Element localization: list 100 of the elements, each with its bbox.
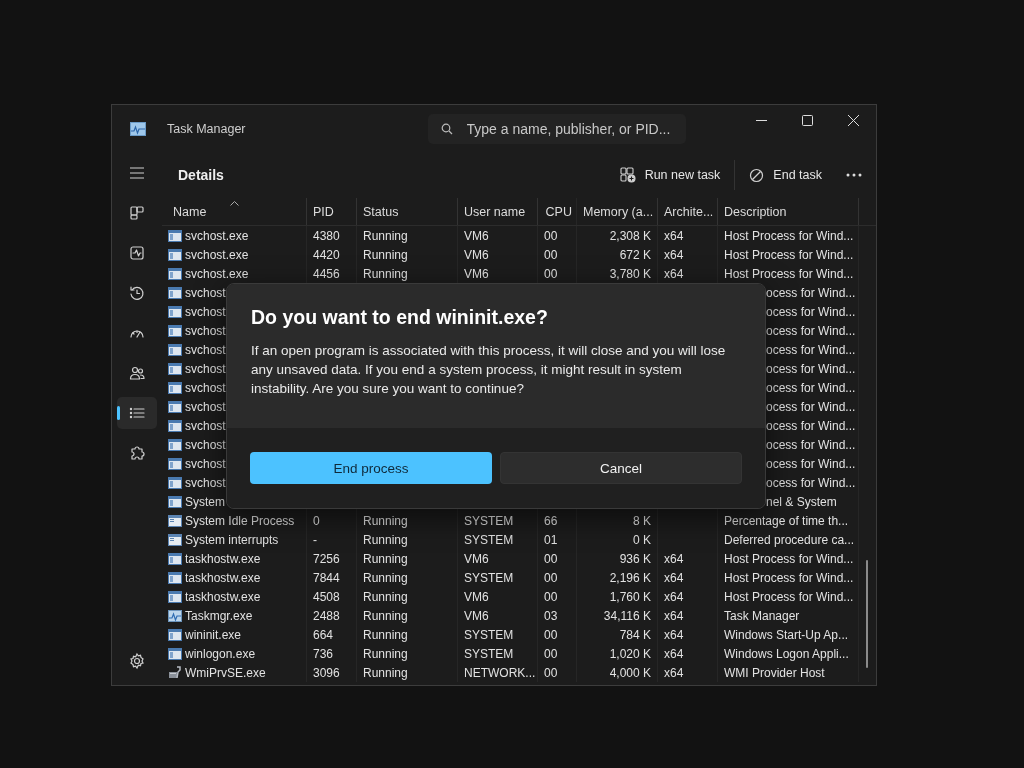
process-name: svchost: [185, 418, 226, 433]
table-cell: SYSTEM: [464, 532, 514, 547]
table-cell: 736: [313, 646, 334, 661]
table-cell: 4456: [313, 266, 340, 281]
table-cell: x64: [664, 551, 684, 566]
table-cell: 34,116 K: [603, 608, 651, 623]
table-cell: 00: [544, 627, 558, 642]
table-cell: Task Manager: [724, 608, 800, 623]
table-cell: 672 K: [619, 247, 651, 262]
cancel-button[interactable]: Cancel: [500, 452, 742, 484]
table-cell: 2488: [313, 608, 340, 623]
end-task-button[interactable]: End task: [741, 161, 830, 189]
table-cell: SYSTEM: [464, 513, 514, 528]
table-cell: 4380: [313, 228, 340, 243]
table-cell: 00: [544, 646, 558, 661]
table-cell: x64: [664, 589, 684, 604]
table-cell: Host Process for Wind...: [724, 551, 854, 566]
table-cell: nel & System: [766, 494, 837, 509]
table-cell: VM6: [464, 608, 489, 623]
table-cell: 0 K: [633, 532, 651, 547]
process-name: System Idle Process: [185, 513, 295, 528]
table-cell: VM6: [464, 228, 489, 243]
table-cell: 00: [544, 247, 558, 262]
table-cell: 7256: [313, 551, 340, 566]
dialog-message: If an open program is associated with this process, it will close and you will lose any unsaved data. If you end a system process, it might result in system instability. Are you sure you want to continue?: [251, 342, 727, 398]
process-name: svchost: [185, 323, 226, 338]
process-name: svchost: [185, 456, 226, 471]
table-cell: Windows Logon Appli...: [724, 646, 849, 661]
run-new-task-button[interactable]: Run new task: [611, 161, 729, 189]
table-cell: ocess for Wind...: [766, 342, 856, 357]
table-cell: Running: [363, 513, 408, 528]
end-process-button[interactable]: End process: [250, 452, 492, 484]
process-name: svchost.exe: [185, 266, 249, 281]
process-name: Taskmgr.exe: [185, 608, 253, 623]
column-header[interactable]: Memory (a...: [577, 198, 658, 225]
process-name: System: [185, 494, 225, 509]
table-cell: 2,196 K: [609, 570, 651, 585]
table-cell: Host Process for Wind...: [724, 247, 854, 262]
table-cell: Host Process for Wind...: [724, 228, 854, 243]
table-cell: Running: [363, 570, 408, 585]
table-cell: Running: [363, 608, 408, 623]
table-cell: 00: [544, 266, 558, 281]
table-cell: x64: [664, 266, 684, 281]
table-cell: ocess for Wind...: [766, 285, 856, 300]
column-header[interactable]: Status: [357, 198, 458, 225]
table-cell: 8 K: [633, 513, 651, 528]
table-cell: VM6: [464, 247, 489, 262]
column-header[interactable]: CPU: [538, 198, 577, 225]
table-cell: Running: [363, 627, 408, 642]
window-title: Task Manager: [167, 121, 246, 136]
process-name: svchost: [185, 380, 226, 395]
table-cell: 00: [544, 589, 558, 604]
table-cell: x64: [664, 646, 684, 661]
column-header[interactable]: PID: [307, 198, 357, 225]
table-cell: VM6: [464, 266, 489, 281]
table-cell: SYSTEM: [464, 646, 514, 661]
process-name: winlogon.exe: [185, 646, 256, 661]
table-cell: x64: [664, 608, 684, 623]
search-field[interactable]: Type a name, publisher, or PID...: [427, 113, 686, 144]
table-cell: SYSTEM: [464, 570, 514, 585]
column-header[interactable]: Description: [718, 198, 859, 225]
table-cell: 2,308 K: [609, 228, 651, 243]
column-header[interactable]: User name: [458, 198, 538, 225]
process-name: svchost: [185, 304, 226, 319]
table-cell: ocess for Wind...: [766, 323, 856, 338]
process-name: taskhostw.exe: [185, 570, 261, 585]
table-cell: x64: [664, 570, 684, 585]
table-cell: ocess for Wind...: [766, 475, 856, 490]
table-cell: 66: [544, 513, 558, 528]
process-name: svchost.exe: [185, 247, 249, 262]
table-cell: Running: [363, 589, 408, 604]
process-name: taskhostw.exe: [185, 551, 261, 566]
table-cell: WMI Provider Host: [724, 665, 825, 680]
table-cell: x64: [664, 627, 684, 642]
column-header[interactable]: Archite...: [658, 198, 718, 225]
table-cell: Host Process for Wind...: [724, 570, 854, 585]
table-cell: Deferred procedure ca...: [724, 532, 855, 547]
dialog-title: Do you want to end wininit.exe?: [251, 306, 549, 329]
table-cell: Running: [363, 665, 408, 680]
table-cell: Running: [363, 646, 408, 661]
table-cell: 3,780 K: [609, 266, 651, 281]
column-header[interactable]: Name: [162, 198, 307, 225]
table-cell: Windows Start-Up Ap...: [724, 627, 849, 642]
table-cell: Running: [363, 228, 408, 243]
process-name: taskhostw.exe: [185, 589, 261, 604]
table-cell: Host Process for Wind...: [724, 589, 854, 604]
table-cell: x64: [664, 228, 684, 243]
table-cell: Running: [363, 247, 408, 262]
process-name: svchost: [185, 475, 226, 490]
table-cell: NETWORK...: [464, 665, 536, 680]
table-cell: 1,760 K: [609, 589, 651, 604]
process-name: svchost: [185, 285, 226, 300]
table-cell: ocess for Wind...: [766, 418, 856, 433]
table-cell: ocess for Wind...: [766, 456, 856, 471]
table-cell: 00: [544, 570, 558, 585]
process-name: System interrupts: [185, 532, 279, 547]
table-cell: 4420: [313, 247, 340, 262]
process-name: svchost.exe: [185, 228, 249, 243]
table-cell: Running: [363, 551, 408, 566]
table-cell: 01: [544, 532, 558, 547]
